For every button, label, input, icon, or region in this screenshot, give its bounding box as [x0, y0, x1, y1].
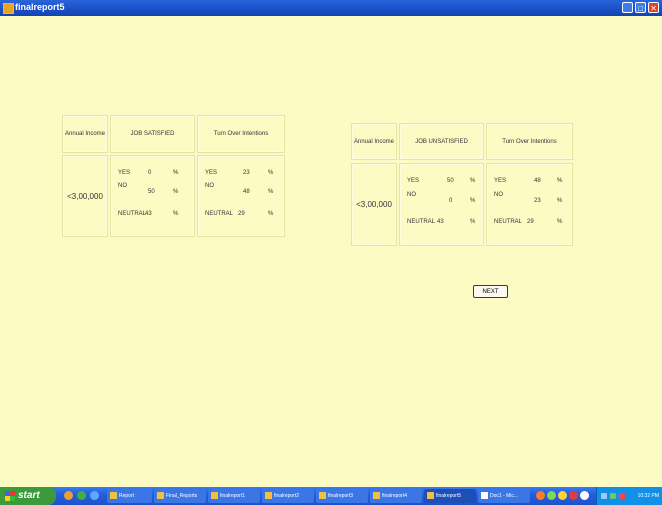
maximize-button[interactable]: □	[635, 2, 646, 13]
document-icon	[481, 492, 488, 499]
task-button[interactable]: finalreport3	[316, 489, 368, 503]
quicklaunch-ie-icon[interactable]	[90, 491, 99, 500]
header-turnover: Turn Over Intentions	[197, 115, 285, 153]
form-icon	[265, 492, 272, 499]
folder-icon	[157, 492, 164, 499]
value-row-no: NO 50 %	[118, 183, 179, 195]
title-bar: finalreport5 _ □ ✕	[0, 0, 662, 16]
value-row-yes: YES 48 %	[494, 178, 563, 184]
turnover-values: YES 48 % NO 23 % NEUTRAL 29 %	[486, 163, 573, 246]
taskbar: start Report Final_Reports finalreport1 …	[0, 487, 662, 505]
tray-icon[interactable]	[547, 491, 556, 500]
task-button-active[interactable]: finalreport5	[424, 489, 476, 503]
value-row-neutral: NEUTRAL 43 %	[118, 211, 179, 217]
clock: 10:32 PM	[637, 493, 659, 499]
folder-icon	[110, 492, 117, 499]
value-row-yes: YES 50 %	[407, 178, 476, 184]
tray-icon[interactable]	[580, 491, 589, 500]
tray-icon[interactable]	[569, 491, 578, 500]
task-button[interactable]: finalreport4	[370, 489, 422, 503]
task-button[interactable]: Doc1 - Mic...	[478, 489, 530, 503]
tray-icon[interactable]	[536, 491, 545, 500]
network-icon[interactable]	[601, 493, 607, 499]
header-job-unsatisfied: JOB UNSATISFIED	[399, 123, 484, 160]
value-row-neutral: NEUTRAL 29 %	[205, 211, 274, 217]
antivirus-icon[interactable]	[610, 493, 616, 499]
value-row-yes: YES 0 %	[118, 170, 179, 176]
quicklaunch-app-icon[interactable]	[77, 491, 86, 500]
windows-logo-icon	[5, 491, 15, 501]
income-cell: <3,00,000	[62, 155, 108, 237]
next-button[interactable]: NEXT	[473, 285, 508, 298]
start-button[interactable]: start	[0, 487, 56, 505]
window-title: finalreport5	[15, 2, 65, 12]
value-row-yes: YES 23 %	[205, 170, 274, 176]
minimize-button[interactable]: _	[622, 2, 633, 13]
value-row-neutral: NEUTRAL 29 %	[494, 219, 563, 225]
close-button[interactable]: ✕	[648, 2, 659, 13]
job-unsatisfied-values: YES 50 % NO 0 % NEUTRAL 43 %	[399, 163, 484, 246]
security-icon[interactable]	[619, 493, 625, 499]
value-row-neutral: NEUTRAL 43 %	[407, 219, 476, 225]
form-icon	[373, 492, 380, 499]
quicklaunch-firefox-icon[interactable]	[64, 491, 73, 500]
task-button[interactable]: finalreport2	[262, 489, 314, 503]
tray-icon[interactable]	[558, 491, 567, 500]
system-tray: 10:32 PM	[596, 487, 662, 505]
value-row-no: NO 48 %	[205, 183, 274, 195]
income-cell: <3,00,000	[351, 163, 397, 246]
app-icon	[3, 3, 14, 14]
job-satisfied-values: YES 0 % NO 50 % NEUTRAL 43 %	[110, 155, 195, 237]
task-button[interactable]: Final_Reports	[154, 489, 206, 503]
header-turnover: Turn Over Intentions	[486, 123, 573, 160]
value-row-no: NO 0 %	[407, 192, 476, 204]
turnover-values: YES 23 % NO 48 % NEUTRAL 29 %	[197, 155, 285, 237]
form-icon	[427, 492, 434, 499]
task-button[interactable]: finalreport1	[208, 489, 260, 503]
form-icon	[211, 492, 218, 499]
task-button[interactable]: Report	[107, 489, 152, 503]
header-annual-income: Annual Income	[351, 123, 397, 160]
form-icon	[319, 492, 326, 499]
header-annual-income: Annual Income	[62, 115, 108, 153]
value-row-no: NO 23 %	[494, 192, 563, 204]
header-job-satisfied: JOB SATISFIED	[110, 115, 195, 153]
